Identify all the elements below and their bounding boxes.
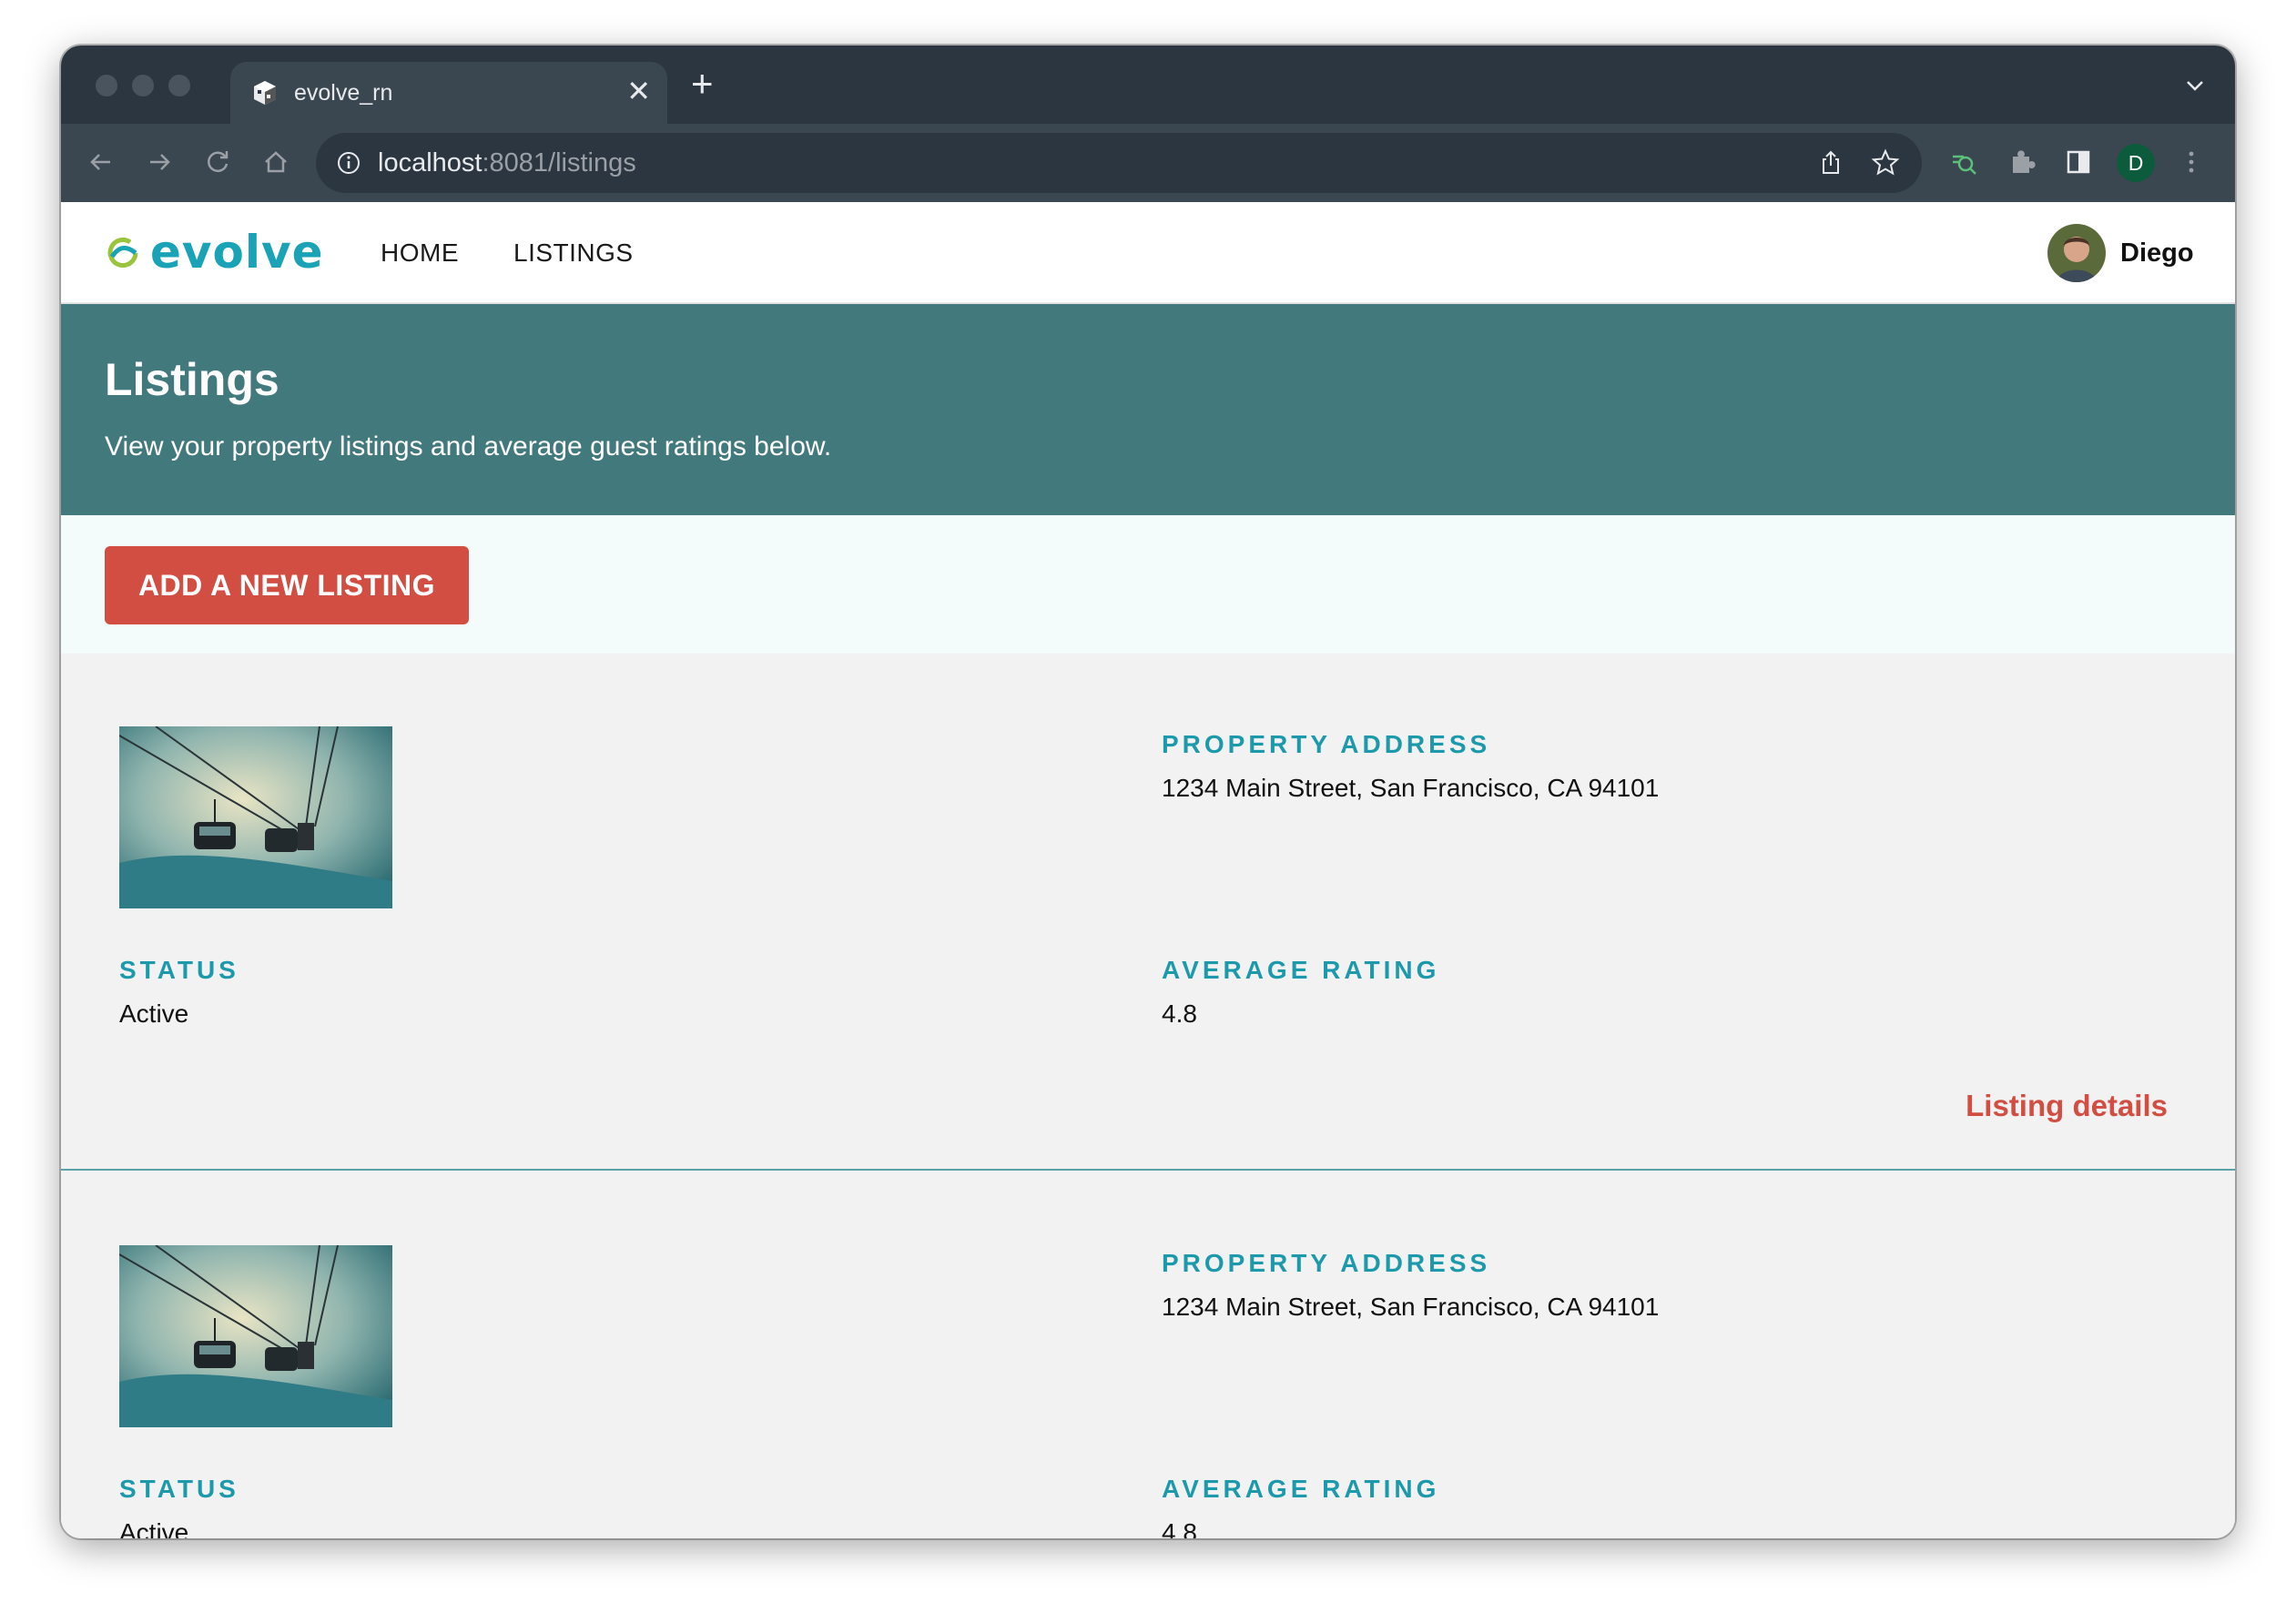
logo-mark-icon: [107, 238, 138, 268]
listing-photo: [119, 1245, 392, 1427]
rating-label: AVERAGE RATING: [1162, 956, 1440, 984]
tab-title: evolve_rn: [294, 80, 393, 106]
listing-details-link[interactable]: Listing details: [1966, 1089, 2168, 1123]
rating-value: 4.8: [1162, 999, 1197, 1028]
close-window-button[interactable]: [96, 75, 117, 96]
forward-icon[interactable]: [141, 144, 178, 180]
listing-card: PROPERTY ADDRESS 1234 Main Street, San F…: [61, 654, 2235, 1171]
action-bar: ADD A NEW LISTING: [61, 515, 2235, 654]
user-avatar[interactable]: [2047, 224, 2106, 282]
profile-avatar[interactable]: D: [2117, 144, 2155, 182]
side-panel-icon[interactable]: [2060, 144, 2097, 180]
add-listing-button[interactable]: ADD A NEW LISTING: [105, 546, 469, 624]
search-lens-extension-icon[interactable]: [1946, 144, 1982, 180]
page-subtitle: View your property listings and average …: [105, 431, 832, 462]
status-label: STATUS: [119, 1475, 239, 1503]
address-value: 1234 Main Street, San Francisco, CA 9410…: [1162, 1293, 1660, 1321]
status-label: STATUS: [119, 956, 239, 984]
listing-photo: [119, 726, 392, 908]
user-name[interactable]: Diego: [2120, 238, 2194, 269]
status-value: Active: [119, 999, 189, 1028]
address-label: PROPERTY ADDRESS: [1162, 730, 1491, 758]
page-hero: Listings View your property listings and…: [61, 304, 2235, 515]
reload-icon[interactable]: [199, 144, 236, 180]
tab-strip: evolve_rn ✕ +: [61, 46, 2235, 124]
browser-tab[interactable]: evolve_rn ✕: [230, 62, 667, 124]
back-icon[interactable]: [83, 144, 119, 180]
gondola-photo-icon: [119, 1245, 392, 1427]
browser-menu-icon[interactable]: [2173, 144, 2210, 180]
app-header: evolve HOME LISTINGS Diego: [61, 202, 2235, 304]
rating-value: 4.8: [1162, 1518, 1197, 1538]
page-title: Listings: [105, 354, 279, 405]
browser-window: evolve_rn ✕ + localhost:8081/listings D …: [61, 46, 2235, 1538]
nav-listings[interactable]: LISTINGS: [513, 238, 634, 268]
close-tab-icon[interactable]: ✕: [626, 75, 651, 107]
logo-text: evolve: [150, 226, 324, 279]
address-label: PROPERTY ADDRESS: [1162, 1249, 1491, 1277]
tab-search-chevron-icon[interactable]: [2182, 73, 2208, 98]
site-info-icon[interactable]: [336, 150, 361, 176]
page-viewport: evolve HOME LISTINGS Diego Listings View…: [61, 202, 2235, 1538]
bookmark-star-icon[interactable]: [1871, 148, 1900, 178]
extensions-puzzle-icon[interactable]: [2004, 144, 2040, 180]
browser-toolbar: localhost:8081/listings D: [61, 124, 2235, 202]
gondola-photo-icon: [119, 726, 392, 908]
listing-card: PROPERTY ADDRESS 1234 Main Street, San F…: [61, 1172, 2235, 1538]
url-text: localhost:8081/listings: [378, 148, 636, 178]
home-icon[interactable]: [258, 144, 294, 180]
minimize-window-button[interactable]: [132, 75, 154, 96]
user-photo-icon: [2047, 224, 2106, 282]
address-bar[interactable]: localhost:8081/listings: [316, 133, 1922, 193]
favicon-icon: [254, 81, 276, 105]
share-icon[interactable]: [1816, 148, 1845, 178]
maximize-window-button[interactable]: [168, 75, 190, 96]
status-value: Active: [119, 1518, 189, 1538]
nav-home[interactable]: HOME: [381, 238, 459, 268]
address-value: 1234 Main Street, San Francisco, CA 9410…: [1162, 774, 1660, 802]
rating-label: AVERAGE RATING: [1162, 1475, 1440, 1503]
new-tab-icon[interactable]: +: [691, 65, 714, 103]
divider: [61, 1169, 2235, 1171]
